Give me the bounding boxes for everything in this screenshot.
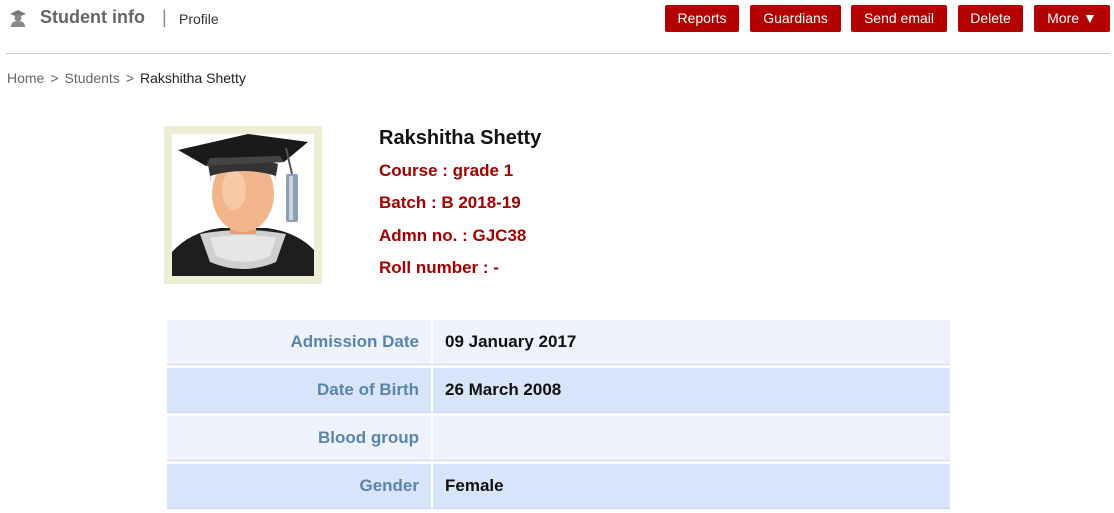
- guardians-button[interactable]: Guardians: [750, 5, 841, 32]
- breadcrumb: Home > Students > Rakshitha Shetty: [7, 70, 246, 86]
- header-divider: [6, 53, 1110, 54]
- more-button[interactable]: More ▼: [1034, 5, 1110, 32]
- send-email-button[interactable]: Send email: [851, 5, 947, 32]
- reports-button[interactable]: Reports: [665, 5, 739, 32]
- student-admission-no: Admn no. : GJC38: [379, 226, 527, 245]
- detail-value: 09 January 2017: [433, 320, 950, 365]
- title-separator: |: [162, 7, 167, 27]
- detail-value: 26 March 2008: [433, 368, 950, 413]
- student-icon: [10, 10, 26, 27]
- breadcrumb-separator: >: [125, 70, 134, 86]
- graduate-avatar-icon: [172, 134, 314, 276]
- module-title: Student info: [40, 7, 145, 27]
- table-row: Date of Birth 26 March 2008: [167, 368, 950, 413]
- student-photo: [172, 134, 314, 276]
- page-subtitle: Profile: [179, 11, 219, 27]
- detail-label: Date of Birth: [167, 368, 433, 413]
- detail-label: Gender: [167, 464, 433, 509]
- student-details-table: Admission Date 09 January 2017 Date of B…: [167, 317, 950, 512]
- top-bar: Student info | Profile Reports Guardians…: [0, 0, 1114, 40]
- table-row: Blood group: [167, 416, 950, 461]
- breadcrumb-home[interactable]: Home: [7, 70, 44, 86]
- detail-value: [433, 416, 950, 461]
- table-row: Admission Date 09 January 2017: [167, 320, 950, 365]
- detail-label: Admission Date: [167, 320, 433, 365]
- breadcrumb-students[interactable]: Students: [65, 70, 120, 86]
- student-batch: Batch : B 2018-19: [379, 193, 521, 212]
- student-course: Course : grade 1: [379, 161, 514, 180]
- student-roll-number: Roll number : -: [379, 258, 499, 277]
- breadcrumb-separator: >: [50, 70, 59, 86]
- detail-label: Blood group: [167, 416, 433, 461]
- breadcrumb-current: Rakshitha Shetty: [140, 70, 246, 86]
- delete-button[interactable]: Delete: [958, 5, 1023, 32]
- student-photo-frame: [164, 126, 322, 284]
- detail-value: Female: [433, 464, 950, 509]
- table-row: Gender Female: [167, 464, 950, 509]
- student-name: Rakshitha Shetty: [379, 127, 542, 149]
